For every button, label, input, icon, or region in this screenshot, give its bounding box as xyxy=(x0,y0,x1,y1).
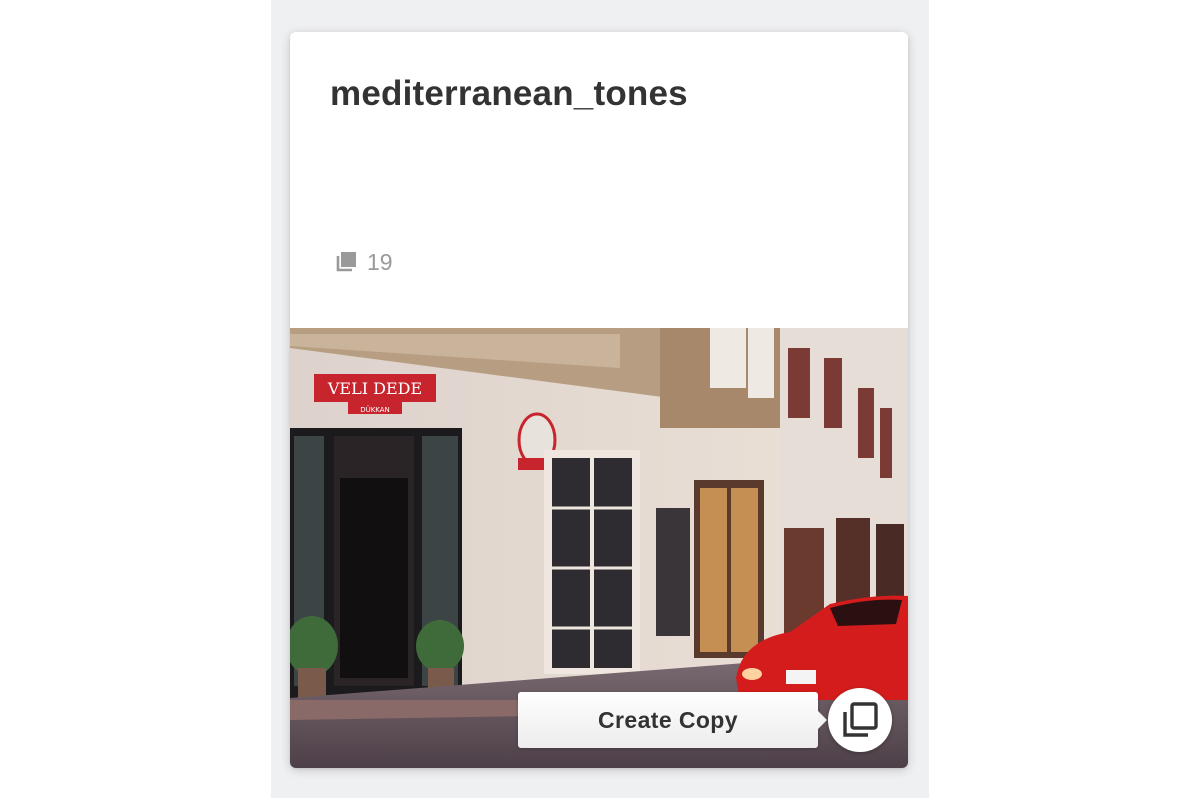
page: mediterranean_tones 19 VELI DEDE DÜKKAN … xyxy=(0,0,1200,798)
svg-text:VELI DEDE: VELI DEDE xyxy=(327,379,422,398)
stacked-photos-icon xyxy=(335,251,357,273)
image-count: 19 xyxy=(335,248,393,276)
svg-text:DÜKKAN: DÜKKAN xyxy=(360,405,390,414)
preset-card[interactable]: mediterranean_tones 19 VELI DEDE DÜKKAN xyxy=(290,32,908,768)
copy-icon xyxy=(841,701,879,739)
create-copy-label[interactable]: Create Copy xyxy=(518,692,827,748)
create-copy-button[interactable] xyxy=(828,688,892,752)
preset-title: mediterranean_tones xyxy=(330,74,688,113)
image-count-value: 19 xyxy=(367,248,393,275)
